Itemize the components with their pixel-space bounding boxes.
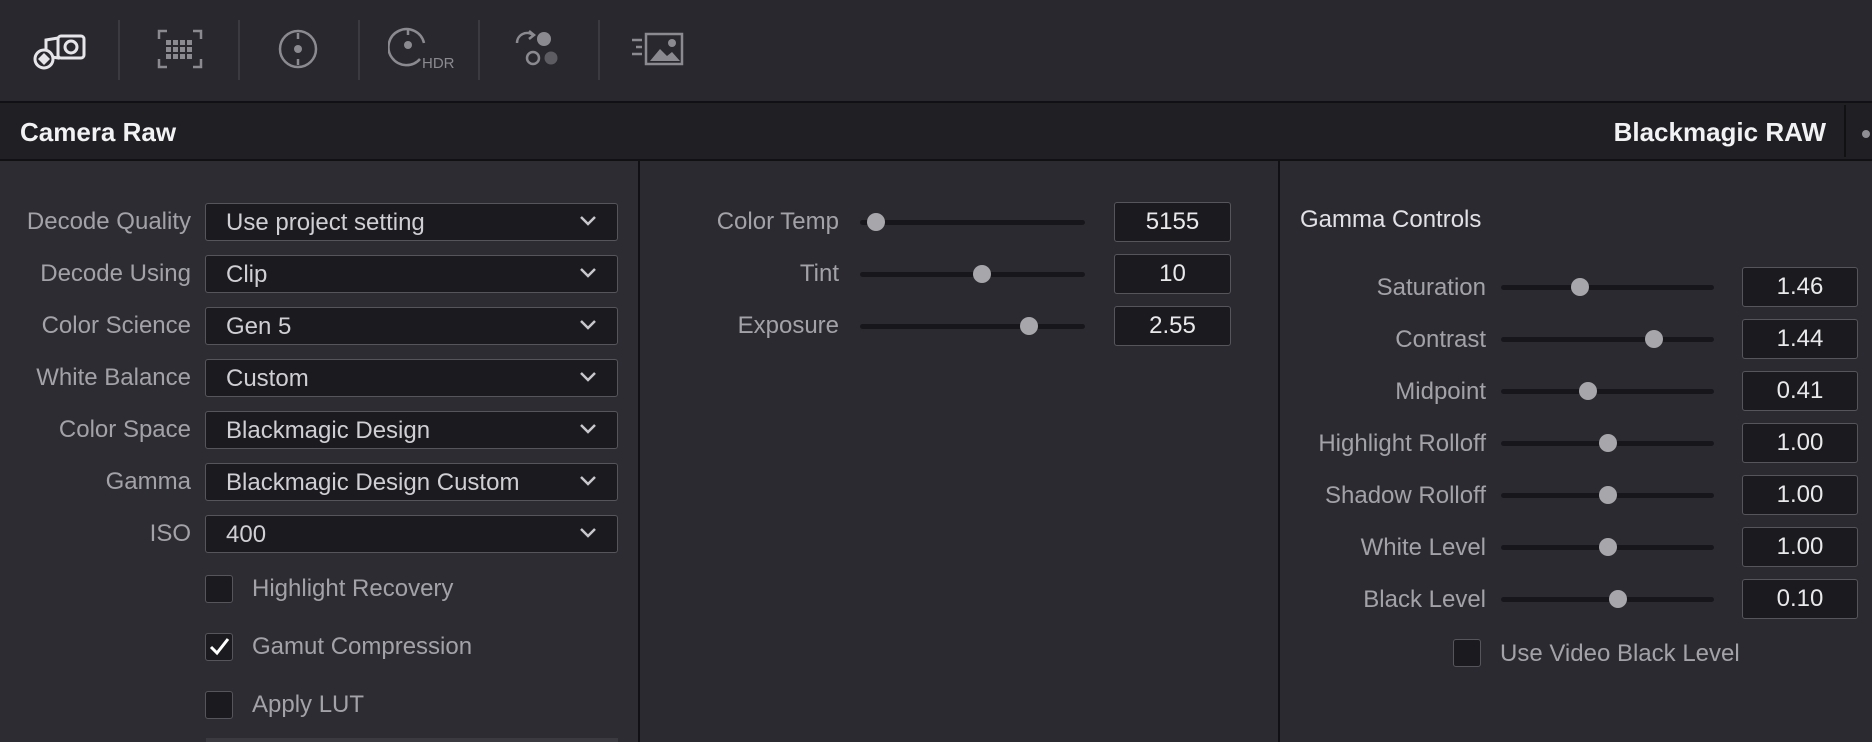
color-science-label: Color Science — [41, 312, 191, 339]
gamut-compression-label: Gamut Compression — [252, 633, 473, 660]
decode-quality-dropdown[interactable]: Use project setting — [205, 203, 618, 241]
iso-value: 400 — [226, 521, 267, 548]
use-video-black-level-checkbox[interactable] — [1453, 639, 1481, 667]
hdr-wheel-icon: HDR — [388, 25, 455, 73]
highlight-rolloff-input[interactable]: 1.00 — [1742, 423, 1858, 463]
color-chart-tab[interactable] — [140, 20, 220, 78]
color-wheel-icon — [276, 27, 320, 71]
lut-dropdown-edge — [206, 738, 618, 742]
midpoint-label: Midpoint — [1395, 378, 1486, 405]
white-level-label: White Level — [1360, 534, 1486, 561]
options-menu-dot[interactable] — [1862, 130, 1870, 138]
midpoint-input[interactable]: 0.41 — [1742, 371, 1858, 411]
white-level-slider[interactable] — [1501, 538, 1714, 556]
color-science-dropdown[interactable]: Gen 5 — [205, 307, 618, 345]
motion-effects-tab[interactable] — [618, 20, 698, 78]
chevron-down-icon — [579, 266, 597, 284]
rgb-mixer-tab[interactable] — [498, 20, 578, 78]
white-balance-value: Custom — [226, 365, 309, 392]
decode-using-label: Decode Using — [40, 260, 191, 287]
decode-quality-label: Decode Quality — [26, 208, 191, 235]
contrast-input[interactable]: 1.44 — [1742, 319, 1858, 359]
black-level-slider[interactable] — [1501, 590, 1714, 608]
saturation-thumb[interactable] — [1570, 278, 1589, 296]
color-space-dropdown[interactable]: Blackmagic Design — [205, 411, 618, 449]
tint-thumb[interactable] — [972, 265, 991, 283]
white-balance-dropdown[interactable]: Custom — [205, 359, 618, 397]
color-chart-icon — [157, 29, 203, 69]
highlight-recovery-checkbox[interactable] — [205, 575, 233, 603]
tint-label: Tint — [799, 260, 839, 287]
highlight-recovery-label: Highlight Recovery — [252, 575, 454, 602]
saturation-input[interactable]: 1.46 — [1742, 267, 1858, 307]
tint-slider[interactable] — [860, 265, 1085, 283]
chevron-down-icon — [579, 214, 597, 232]
chevron-down-icon — [579, 422, 597, 440]
contrast-slider[interactable] — [1501, 330, 1714, 348]
tint-input[interactable]: 10 — [1114, 254, 1231, 294]
white-level-thumb[interactable] — [1598, 538, 1617, 556]
toolbar: HDR — [0, 0, 1872, 103]
exposure-thumb[interactable] — [1019, 317, 1038, 335]
color-space-label: Color Space — [58, 416, 191, 443]
highlight-rolloff-thumb[interactable] — [1598, 434, 1617, 452]
decode-using-dropdown[interactable]: Clip — [205, 255, 618, 293]
iso-dropdown[interactable]: 400 — [205, 515, 618, 553]
color-wheel-tab[interactable] — [258, 20, 338, 78]
midpoint-slider[interactable] — [1501, 382, 1714, 400]
panel-title: Camera Raw — [20, 117, 177, 147]
exposure-label: Exposure — [737, 312, 839, 339]
color-science-value: Gen 5 — [226, 313, 292, 340]
shadow-rolloff-thumb[interactable] — [1598, 486, 1617, 504]
hdr-wheel-tab[interactable]: HDR — [378, 20, 458, 78]
motion-effects-icon — [630, 31, 686, 67]
shadow-rolloff-input[interactable]: 1.00 — [1742, 475, 1858, 515]
gamma-controls-title: Gamma Controls — [1300, 206, 1482, 233]
white-balance-label: White Balance — [36, 364, 191, 391]
use-video-black-level-label: Use Video Black Level — [1500, 640, 1740, 667]
color-space-value: Blackmagic Design — [226, 417, 431, 444]
color-temp-slider[interactable] — [860, 213, 1085, 231]
chevron-down-icon — [579, 474, 597, 492]
black-level-input[interactable]: 0.10 — [1742, 579, 1858, 619]
decode-using-value: Clip — [226, 261, 268, 288]
chevron-down-icon — [579, 370, 597, 388]
gamut-compression-checkbox[interactable] — [205, 633, 233, 661]
chevron-down-icon — [579, 318, 597, 336]
chevron-down-icon — [579, 526, 597, 544]
apply-lut-label: Apply LUT — [252, 691, 365, 718]
saturation-slider[interactable] — [1501, 278, 1714, 296]
gamma-label: Gamma — [105, 468, 191, 495]
raw-format-label: Blackmagic RAW — [1613, 117, 1826, 147]
color-temp-label: Color Temp — [716, 208, 839, 235]
camera-raw-tab[interactable] — [20, 20, 100, 78]
decode-quality-value: Use project setting — [226, 209, 425, 236]
iso-label: ISO — [149, 520, 191, 547]
panel-header: Camera Raw Blackmagic RAW — [0, 103, 1872, 161]
color-temp-input[interactable]: 5155 — [1114, 202, 1231, 242]
gamma-value: Blackmagic Design Custom — [226, 469, 520, 496]
saturation-label: Saturation — [1376, 274, 1486, 301]
shadow-rolloff-label: Shadow Rolloff — [1325, 482, 1486, 509]
header-divider — [1844, 105, 1846, 157]
white-level-input[interactable]: 1.00 — [1742, 527, 1858, 567]
hdr-label: HDR — [422, 55, 455, 72]
shadow-rolloff-slider[interactable] — [1501, 486, 1714, 504]
highlight-rolloff-slider[interactable] — [1501, 434, 1714, 452]
contrast-label: Contrast — [1395, 326, 1486, 353]
exposure-slider[interactable] — [860, 317, 1085, 335]
camera-raw-icon — [30, 26, 90, 72]
black-level-label: Black Level — [1363, 586, 1486, 613]
color-temp-thumb[interactable] — [866, 213, 885, 231]
exposure-input[interactable]: 2.55 — [1114, 306, 1231, 346]
rgb-mixer-icon — [513, 29, 563, 69]
highlight-rolloff-label: Highlight Rolloff — [1318, 430, 1486, 457]
gamma-dropdown[interactable]: Blackmagic Design Custom — [205, 463, 618, 501]
apply-lut-checkbox[interactable] — [205, 691, 233, 719]
color-panel — [640, 161, 1278, 742]
